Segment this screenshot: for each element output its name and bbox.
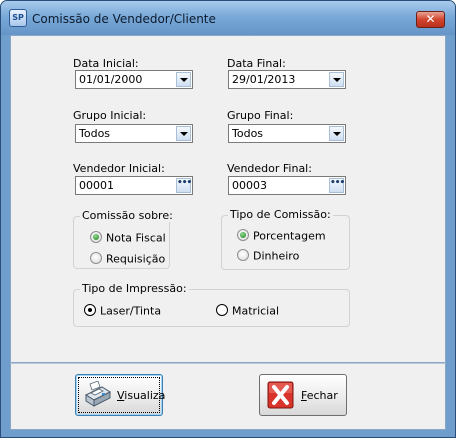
vendedor-inicial-label: Vendedor Inicial: <box>73 162 165 175</box>
window-title: Comissão de Vendedor/Cliente <box>32 12 216 26</box>
printer-icon <box>84 381 112 407</box>
chevron-down-icon[interactable] <box>176 126 191 141</box>
radio-porcentagem[interactable]: Porcentagem <box>237 229 326 243</box>
fechar-label: Fechar <box>301 389 338 402</box>
ellipsis-icon[interactable]: ••• <box>176 178 192 193</box>
data-final-label: Data Final: <box>227 57 286 70</box>
radio-nota-fiscal[interactable]: Nota Fiscal <box>90 231 166 245</box>
grupo-final-value: Todos <box>232 127 264 140</box>
radio-unselected-icon <box>90 252 102 264</box>
data-final-value: 29/01/2013 <box>232 73 296 86</box>
radio-matricial[interactable]: Matricial <box>216 304 279 318</box>
chevron-down-icon[interactable] <box>176 72 191 87</box>
tipo-impressao-title: Tipo de Impressão: <box>80 282 189 295</box>
radio-dinheiro[interactable]: Dinheiro <box>237 249 299 263</box>
radio-requisicao[interactable]: Requisição <box>90 252 165 266</box>
comissao-sobre-title: Comissão sobre: <box>80 209 175 222</box>
data-inicial-value: 01/01/2000 <box>79 73 143 86</box>
ellipsis-icon[interactable]: ••• <box>329 178 345 193</box>
vendedor-inicial-value: 00001 <box>79 179 114 192</box>
grupo-inicial-value: Todos <box>79 127 111 140</box>
dialog-window: SP Comissão de Vendedor/Cliente ✕ Data I… <box>0 0 456 438</box>
radio-selected-icon <box>237 229 249 241</box>
radio-unselected-icon <box>237 249 249 261</box>
fechar-button[interactable]: Fechar <box>259 374 347 416</box>
vendedor-inicial-field[interactable]: 00001 ••• <box>75 176 193 195</box>
data-inicial-field[interactable]: 01/01/2000 <box>75 70 193 89</box>
red-x-icon <box>267 381 294 409</box>
tipo-comissao-group: Tipo de Comissão: Porcentagem Dinheiro <box>221 208 350 270</box>
visualiza-button[interactable]: Visualiza <box>75 374 166 416</box>
grupo-inicial-select[interactable]: Todos <box>75 124 193 143</box>
data-final-field[interactable]: 29/01/2013 <box>228 70 346 89</box>
grupo-inicial-label: Grupo Inicial: <box>73 109 147 122</box>
vendedor-final-label: Vendedor Final: <box>227 162 312 175</box>
title-bar[interactable]: SP Comissão de Vendedor/Cliente ✕ <box>1 1 455 35</box>
tipo-impressao-group: Tipo de Impressão: Laser/Tinta Matricial <box>73 282 350 327</box>
grupo-final-select[interactable]: Todos <box>228 124 346 143</box>
comissao-sobre-group: Comissão sobre: Nota Fiscal Requisição <box>73 209 175 269</box>
grupo-final-label: Grupo Final: <box>227 109 294 122</box>
dialog-content: Data Inicial: 01/01/2000 Data Final: 29/… <box>10 35 446 363</box>
radio-selected-icon <box>90 231 102 243</box>
visualiza-label: Visualiza <box>117 389 166 402</box>
app-logo-icon: SP <box>9 9 27 27</box>
tipo-comissao-title: Tipo de Comissão: <box>228 208 333 221</box>
radio-selected-icon <box>84 304 96 316</box>
chevron-down-icon[interactable] <box>329 72 344 87</box>
radio-unselected-icon <box>216 304 228 316</box>
close-button[interactable]: ✕ <box>416 11 445 28</box>
data-inicial-label: Data Inicial: <box>73 57 139 70</box>
radio-laser-tinta[interactable]: Laser/Tinta <box>84 304 161 318</box>
vendedor-final-value: 00003 <box>232 179 267 192</box>
vendedor-final-field[interactable]: 00003 ••• <box>228 176 346 195</box>
button-bar: Visualiza Fechar <box>10 363 446 430</box>
chevron-down-icon[interactable] <box>329 126 344 141</box>
